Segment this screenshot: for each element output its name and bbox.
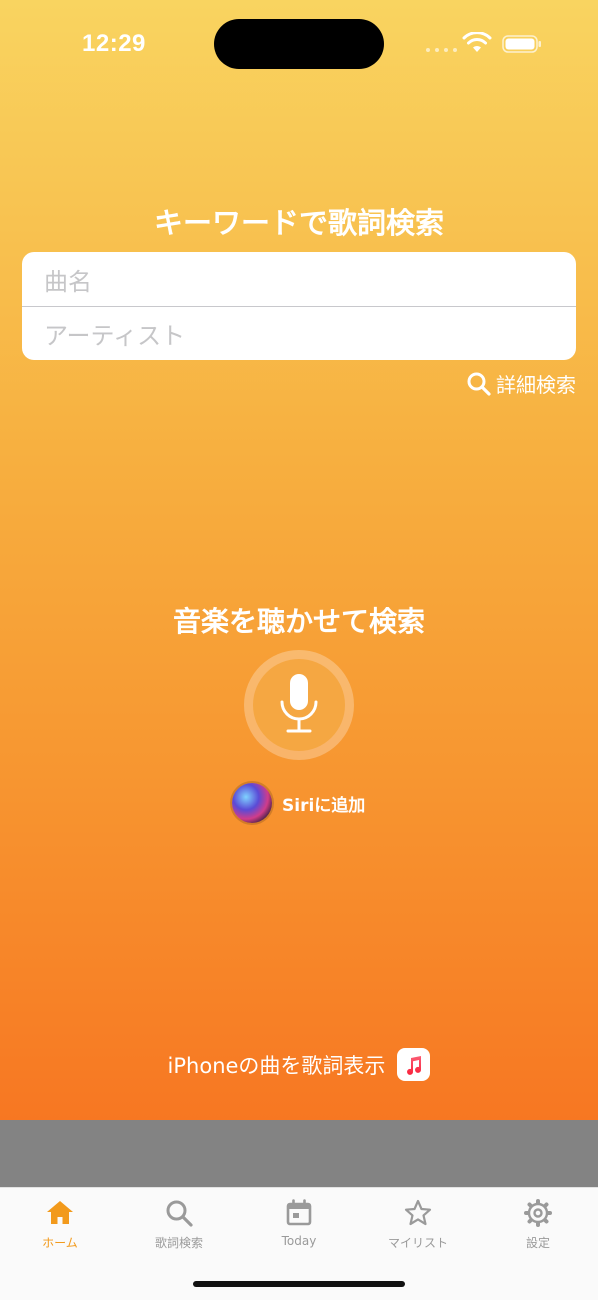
tab-settings-label: 設定 [525, 1236, 550, 1250]
search-icon [166, 1200, 193, 1227]
apple-music-icon [397, 1048, 431, 1081]
status-time: 12:29 [82, 30, 146, 57]
microphone-icon [280, 674, 318, 733]
tab-lyrics-search[interactable]: 歌詞検索 [129, 1198, 229, 1251]
ad-banner-area [0, 1120, 598, 1187]
star-icon [404, 1199, 432, 1226]
wifi-icon [462, 32, 492, 52]
keyword-search-title: キーワードで歌詞検索 [153, 206, 444, 240]
house-icon [47, 1201, 73, 1224]
tab-lyrics-search-label: 歌詞検索 [154, 1236, 203, 1250]
song-title-input[interactable]: 曲名 [22, 252, 576, 306]
tab-today-label: Today [281, 1234, 317, 1248]
battery-icon [502, 35, 541, 53]
listen-search-title: 音楽を聴かせて検索 [172, 605, 425, 638]
home-screen: 12:29 キーワードで歌詞検索 曲名 アーティスト 詳細検索 音楽を聴かせて検… [0, 0, 598, 1120]
tab-home-label: ホーム [42, 1236, 78, 1250]
tab-home[interactable]: ホーム [10, 1198, 110, 1251]
tab-settings[interactable]: 設定 [488, 1198, 588, 1251]
advanced-search-label: 詳細検索 [496, 373, 576, 397]
tab-mylist-label: マイリスト [387, 1236, 448, 1250]
home-indicator [193, 1281, 405, 1287]
artist-input[interactable]: アーティスト [22, 306, 576, 360]
microphone-button[interactable] [244, 650, 354, 760]
cellular-signal-icon [426, 48, 457, 52]
tab-mylist[interactable]: マイリスト [368, 1198, 468, 1251]
siri-icon [232, 783, 272, 823]
iphone-lyrics-label: iPhoneの曲を歌詞表示 [167, 1053, 386, 1078]
advanced-search-button[interactable]: 詳細検索 [466, 369, 576, 398]
dynamic-island [214, 19, 384, 69]
tab-today[interactable]: Today [249, 1198, 349, 1248]
search-form: 曲名 アーティスト [22, 252, 576, 360]
siri-label: Siriに追加 [282, 795, 366, 816]
search-icon [467, 372, 491, 396]
add-to-siri-button[interactable]: Siriに追加 [232, 783, 365, 823]
gear-icon [524, 1199, 552, 1227]
iphone-lyrics-button[interactable]: iPhoneの曲を歌詞表示 [0, 1048, 598, 1081]
calendar-icon [286, 1199, 312, 1226]
